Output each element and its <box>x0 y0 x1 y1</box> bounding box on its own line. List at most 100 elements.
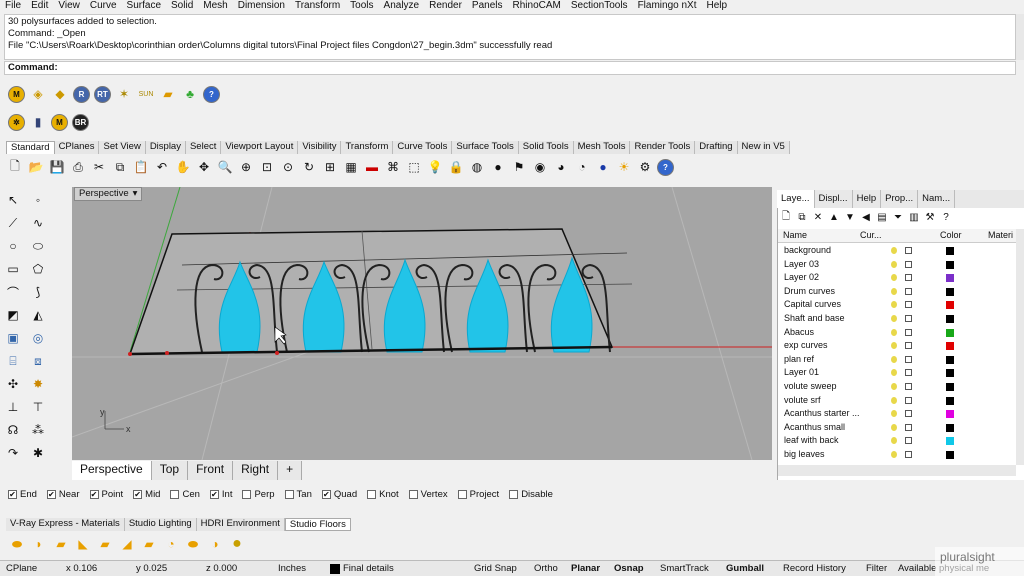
osnap-knot[interactable]: Knot <box>367 489 399 500</box>
visibility-bulb-icon[interactable] <box>891 396 897 404</box>
show-objects-icon[interactable]: 💡 <box>426 158 444 176</box>
menu-tools[interactable]: Tools <box>345 0 378 13</box>
tab-properties[interactable]: Prop... <box>881 190 919 208</box>
menu-dimension[interactable]: Dimension <box>233 0 290 13</box>
sphere-shaded-icon[interactable]: ● <box>489 158 507 176</box>
layer-list-icon[interactable]: ▤ <box>876 208 888 226</box>
menu-solid[interactable]: Solid <box>166 0 198 13</box>
move-out-icon[interactable]: ◀ <box>860 208 872 226</box>
move-view-icon[interactable]: ✥ <box>195 158 213 176</box>
filter-toggle[interactable]: Filter <box>866 563 887 574</box>
menu-flamingo-nxt[interactable]: Flamingo nXt <box>633 0 702 13</box>
floor-swatch-icon[interactable]: ▰ <box>52 535 70 553</box>
gear-icon[interactable]: ✲ <box>8 113 25 131</box>
array-icon[interactable]: ⁂ <box>27 420 49 440</box>
command-prompt[interactable]: Command: <box>4 61 1016 75</box>
help-icon[interactable]: ? <box>940 208 952 226</box>
label-icon[interactable]: ◆ <box>51 85 69 103</box>
surface-icon[interactable]: ◩ <box>2 305 24 325</box>
column-color[interactable]: Color <box>940 229 988 242</box>
lock-icon[interactable]: 🔒 <box>447 158 465 176</box>
dimension-icon[interactable]: ⊥ <box>2 397 24 417</box>
render-tab-hdri-environment[interactable]: HDRI Environment <box>196 518 285 531</box>
layer-row[interactable]: leaf with back <box>778 434 1016 448</box>
lock-icon[interactable] <box>905 260 912 268</box>
layer-row[interactable]: Capital curves <box>778 298 1016 312</box>
lock-icon[interactable] <box>905 410 912 418</box>
menu-sectiontools[interactable]: SectionTools <box>566 0 633 13</box>
visibility-bulb-icon[interactable] <box>891 437 897 445</box>
box-icon[interactable]: ▣ <box>2 328 24 348</box>
layer-row[interactable]: Layer 03 <box>778 258 1016 272</box>
curve-from-object-icon[interactable]: ↷ <box>2 443 24 463</box>
zoom-selected-icon[interactable]: ⊙ <box>279 158 297 176</box>
checkbox[interactable]: ✔ <box>8 489 17 499</box>
smarttrack-toggle[interactable]: SmartTrack <box>660 563 709 574</box>
record-history-toggle[interactable]: Record History <box>783 563 846 574</box>
lock-icon[interactable] <box>905 342 912 350</box>
layer-row[interactable]: volute srf <box>778 394 1016 408</box>
layer-color-swatch[interactable] <box>946 369 954 378</box>
osnap-tan[interactable]: Tan <box>284 489 312 500</box>
polyline-icon[interactable]: ⟋ <box>2 213 24 233</box>
floor-swatch-icon[interactable]: ◔ <box>162 535 180 553</box>
column-name[interactable]: Name <box>778 229 860 242</box>
ortho-toggle[interactable]: Ortho <box>534 563 558 574</box>
osnap-cen[interactable]: Cen <box>170 489 200 500</box>
render-icon[interactable]: R <box>73 85 90 103</box>
layer-color-swatch[interactable] <box>946 301 954 310</box>
layer-row[interactable]: Acanthus starter ... <box>778 407 1016 421</box>
floor-swatch-icon[interactable]: ◣ <box>74 535 92 553</box>
menu-help[interactable]: Help <box>701 0 732 13</box>
madcam-tool-icon[interactable]: M <box>51 113 68 131</box>
help-icon[interactable]: ? <box>657 158 674 176</box>
layer-state-icon[interactable]: ▥ <box>908 208 920 226</box>
help-icon[interactable]: ? <box>203 85 220 103</box>
menu-edit[interactable]: Edit <box>26 0 53 13</box>
column-current[interactable]: Cur... <box>860 229 940 242</box>
four-view-icon[interactable]: ⊞ <box>321 158 339 176</box>
osnap-end[interactable]: ✔ End <box>8 489 37 500</box>
layer-row[interactable]: background <box>778 244 1016 258</box>
cplane-label[interactable]: CPlane <box>6 563 37 574</box>
toolbar-tab-standard[interactable]: Standard <box>6 141 55 154</box>
visibility-bulb-icon[interactable] <box>891 301 897 309</box>
grid-snap-toggle[interactable]: Grid Snap <box>474 563 517 574</box>
menu-view[interactable]: View <box>53 0 85 13</box>
lock-icon[interactable] <box>905 328 912 336</box>
cylinder-icon[interactable]: ⌸ <box>2 351 24 371</box>
checkbox[interactable]: ✔ <box>321 489 331 499</box>
options-icon[interactable]: ⚙ <box>636 158 654 176</box>
tag-icon[interactable]: ◈ <box>29 85 47 103</box>
current-layer[interactable]: Final details <box>343 563 394 574</box>
toolbar-tab-display[interactable]: Display <box>145 141 186 154</box>
osnap-point[interactable]: ✔ Point <box>89 489 123 500</box>
visibility-bulb-icon[interactable] <box>891 287 897 295</box>
layer-color-swatch[interactable] <box>946 328 954 337</box>
new-layer-icon[interactable]: 🗋 <box>780 208 792 226</box>
checkbox[interactable]: ✔ <box>209 489 219 499</box>
mesh-icon[interactable]: ⧈ <box>27 351 49 371</box>
toolbar-tab-curve-tools[interactable]: Curve Tools <box>393 141 453 154</box>
delete-icon[interactable]: ✕ <box>812 208 824 226</box>
checkbox[interactable] <box>242 489 252 499</box>
zoom-icon[interactable]: 🔍 <box>216 158 234 176</box>
checkbox[interactable] <box>284 489 294 499</box>
visibility-bulb-icon[interactable] <box>891 369 897 377</box>
visibility-bulb-icon[interactable] <box>891 451 897 458</box>
cut-icon[interactable]: ✂ <box>90 158 108 176</box>
layer-row[interactable]: Acanthus small <box>778 421 1016 435</box>
menu-rhinocam[interactable]: RhinoCAM <box>508 0 566 13</box>
brazil-icon[interactable]: BR <box>72 113 89 131</box>
menu-panels[interactable]: Panels <box>467 0 508 13</box>
checkbox[interactable] <box>408 489 418 499</box>
grid-icon[interactable]: ▦ <box>342 158 360 176</box>
object-properties-icon[interactable]: ⌘ <box>384 158 402 176</box>
new-icon[interactable]: 🗋 <box>6 158 24 176</box>
render-tab-studio-floors[interactable]: Studio Floors <box>284 518 351 531</box>
viewport-title[interactable]: Perspective ▾ <box>74 187 143 201</box>
checkbox[interactable]: ✔ <box>133 489 143 499</box>
tab-front[interactable]: Front <box>188 461 234 480</box>
sweep-icon[interactable]: ◭ <box>27 305 49 325</box>
floor-swatch-icon[interactable]: ▰ <box>96 535 114 553</box>
